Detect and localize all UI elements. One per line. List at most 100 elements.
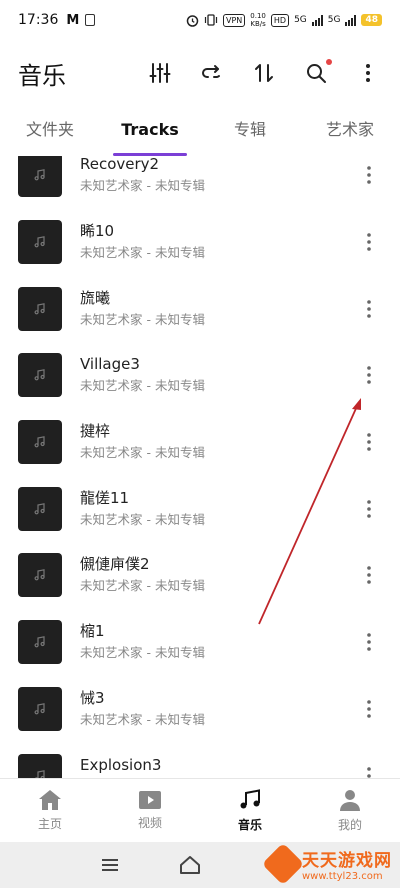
more-vertical-icon xyxy=(367,566,371,585)
app-header: 音乐 xyxy=(0,40,400,106)
album-art xyxy=(18,753,62,778)
more-vertical-icon xyxy=(367,233,371,251)
track-subtitle: 未知艺术家 - 未知专辑 xyxy=(80,511,205,527)
home-outline-icon xyxy=(180,856,200,874)
track-text: Village3 未知艺术家 - 未知专辑 xyxy=(80,354,354,396)
track-list-inner: Recovery2 未知艺术家 - 未知专辑 睎10 未知艺术家 - 未知专辑 xyxy=(0,156,400,778)
status-bar: 17:36 M VPN 0.10 KB/s HD 5G 5G 48 xyxy=(0,0,400,40)
nav-music[interactable]: 音乐 xyxy=(200,779,300,842)
more-vertical-icon xyxy=(367,700,371,718)
track-more-button[interactable] xyxy=(354,689,384,729)
network-speed: 0.10 KB/s xyxy=(250,12,266,28)
track-text: Recovery2 未知艺术家 - 未知专辑 xyxy=(80,156,354,196)
music-note-icon xyxy=(34,502,45,515)
search-button[interactable] xyxy=(302,59,332,87)
video-icon xyxy=(139,791,161,809)
sort-button[interactable] xyxy=(250,59,278,87)
system-home-button[interactable] xyxy=(170,845,210,885)
music-note-icon xyxy=(34,302,45,315)
track-title: 揵椊 xyxy=(80,422,111,441)
equalizer-button[interactable] xyxy=(146,59,174,87)
music-note-icon xyxy=(34,636,45,648)
track-title: 龍傞11 xyxy=(80,488,130,507)
track-more-button[interactable] xyxy=(354,156,384,195)
more-vertical-icon xyxy=(366,64,370,82)
album-art xyxy=(18,686,62,731)
tab-bar: 文件夹 Tracks 专辑 艺术家 xyxy=(0,106,400,156)
track-list[interactable]: Recovery2 未知艺术家 - 未知专辑 睎10 未知艺术家 - 未知专辑 xyxy=(0,156,400,778)
track-title: Explosion3 xyxy=(80,755,162,774)
more-vertical-icon xyxy=(367,299,371,318)
header-actions xyxy=(146,59,382,87)
equalizer-icon xyxy=(149,63,171,83)
status-left-icons: M xyxy=(66,13,96,28)
battery-indicator: 48 xyxy=(361,14,382,26)
track-more-button[interactable] xyxy=(354,555,384,595)
music-note-icon xyxy=(34,236,45,248)
track-text: 揵椊 未知艺术家 - 未知专辑 xyxy=(80,421,354,463)
tab-albums[interactable]: 专辑 xyxy=(200,106,300,156)
repeat-icon xyxy=(202,65,220,78)
list-item[interactable]: 樎1 未知艺术家 - 未知专辑 xyxy=(0,609,400,676)
tab-folders[interactable]: 文件夹 xyxy=(0,106,100,156)
nav-profile[interactable]: 我的 xyxy=(300,779,400,842)
track-more-button[interactable] xyxy=(354,289,384,329)
tab-artists[interactable]: 艺术家 xyxy=(300,106,400,156)
list-item[interactable]: 揵椊 未知艺术家 - 未知专辑 xyxy=(0,409,400,476)
track-title: 悈3 xyxy=(80,688,105,707)
track-subtitle: 未知艺术家 - 未知专辑 xyxy=(80,178,205,194)
sort-icon xyxy=(255,64,273,82)
list-item[interactable]: 悈3 未知艺术家 - 未知专辑 xyxy=(0,676,400,743)
list-item[interactable]: Village3 未知艺术家 - 未知专辑 xyxy=(0,342,400,409)
track-subtitle: 未知艺术家 - 未知专辑 xyxy=(80,378,205,394)
track-more-button[interactable] xyxy=(354,756,384,778)
list-item[interactable]: Recovery2 未知艺术家 - 未知专辑 xyxy=(0,156,400,209)
list-item[interactable]: 睎10 未知艺术家 - 未知专辑 xyxy=(0,209,400,276)
nav-video-label: 视频 xyxy=(137,816,162,830)
notification-dot xyxy=(326,59,332,65)
document-icon xyxy=(85,14,96,26)
track-more-button[interactable] xyxy=(354,422,384,462)
music-note-icon xyxy=(240,789,260,809)
track-more-button[interactable] xyxy=(354,622,384,662)
nav-music-label: 音乐 xyxy=(237,818,262,832)
repeat-button[interactable] xyxy=(198,59,226,87)
track-subtitle: 未知艺术家 - 未知专辑 xyxy=(80,645,205,661)
music-note-icon xyxy=(34,702,45,715)
track-title: 樎1 xyxy=(80,622,105,641)
nav-home[interactable]: 主页 xyxy=(0,779,100,842)
track-text: Explosion3 未知艺术家 - 未知专辑 xyxy=(80,755,354,778)
list-item[interactable]: 旒曦 未知艺术家 - 未知专辑 xyxy=(0,275,400,342)
album-art xyxy=(18,220,62,265)
track-subtitle: 未知艺术家 - 未知专辑 xyxy=(80,445,205,461)
music-note-icon xyxy=(34,169,45,181)
tab-tracks[interactable]: Tracks xyxy=(100,106,200,156)
track-more-button[interactable] xyxy=(354,489,384,529)
track-more-button[interactable] xyxy=(354,355,384,395)
nav-profile-label: 我的 xyxy=(337,818,362,832)
more-vertical-icon xyxy=(367,633,371,651)
track-text: 悈3 未知艺术家 - 未知专辑 xyxy=(80,688,354,730)
more-vertical-icon xyxy=(367,433,371,451)
track-subtitle: 未知艺术家 - 未知专辑 xyxy=(80,578,205,594)
profile-icon xyxy=(340,790,360,811)
nav-video[interactable]: 视频 xyxy=(100,779,200,842)
album-art xyxy=(18,286,62,331)
track-title: 儭僆庘僕2 xyxy=(80,555,150,574)
album-art xyxy=(18,156,62,198)
list-item[interactable]: 儭僆庘僕2 未知艺术家 - 未知专辑 xyxy=(0,542,400,609)
list-item[interactable]: 龍傞11 未知艺术家 - 未知专辑 xyxy=(0,475,400,542)
system-menu-button[interactable] xyxy=(90,845,130,885)
music-note-icon xyxy=(34,569,45,581)
hd-badge: HD xyxy=(270,13,290,27)
track-more-button[interactable] xyxy=(354,222,384,262)
album-art xyxy=(18,353,62,398)
track-subtitle: 未知艺术家 - 未知专辑 xyxy=(80,311,205,327)
track-text: 樎1 未知艺术家 - 未知专辑 xyxy=(80,621,354,663)
music-note-icon xyxy=(34,436,45,448)
list-item[interactable]: Explosion3 未知艺术家 - 未知专辑 xyxy=(0,742,400,778)
album-art xyxy=(18,486,62,531)
status-time: 17:36 xyxy=(18,12,59,28)
more-options-button[interactable] xyxy=(354,59,382,87)
track-title: 旒曦 xyxy=(80,288,111,307)
